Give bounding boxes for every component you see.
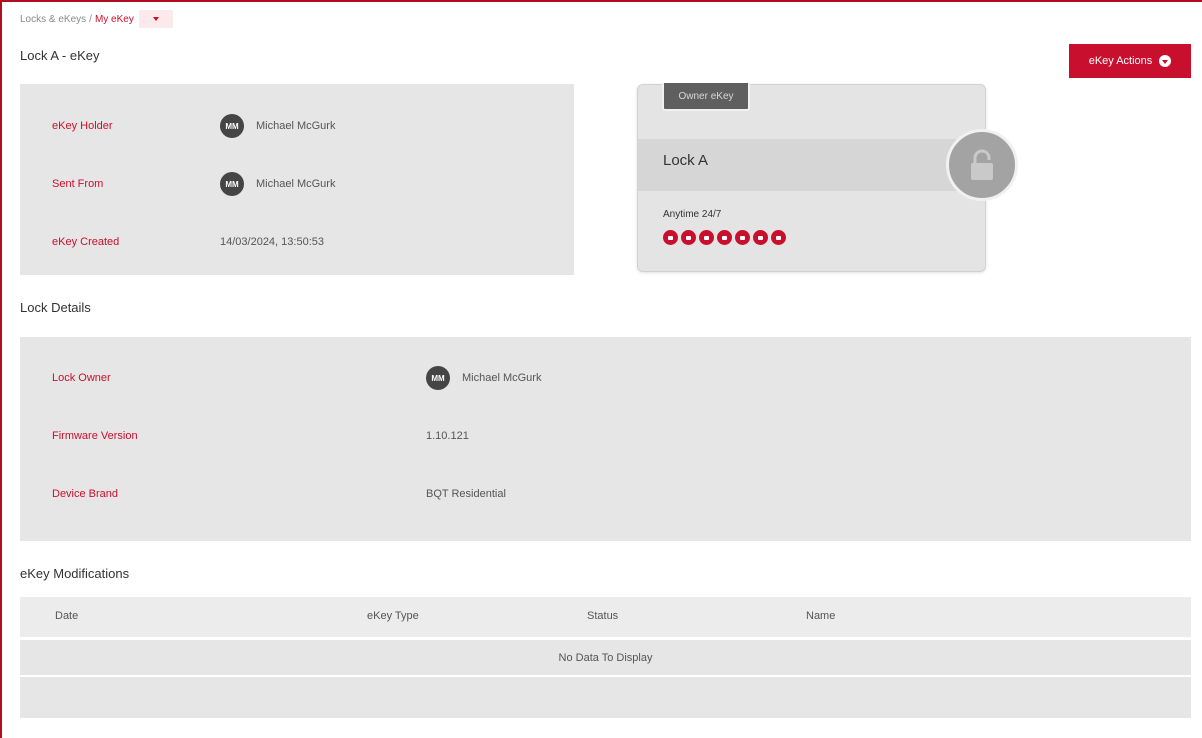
breadcrumb-dropdown-button[interactable] <box>138 10 173 28</box>
day-indicator-icon <box>717 230 732 245</box>
modifications-table-header: Date eKey Type Status Name <box>20 597 1191 637</box>
lock-owner-name: Michael McGurk <box>462 372 542 384</box>
caret-down-icon <box>152 17 159 21</box>
ekey-created-value: 14/03/2024, 13:50:53 <box>220 236 324 248</box>
sent-from-name: Michael McGurk <box>256 178 336 190</box>
sent-from-row: Sent From MM Michael McGurk <box>52 172 552 196</box>
lock-name: Lock A <box>663 152 709 169</box>
day-indicator-icon <box>735 230 750 245</box>
lock-owner-row: Lock Owner MM Michael McGurk <box>52 366 1152 390</box>
lock-owner-label: Lock Owner <box>52 372 111 384</box>
ekey-created-row: eKey Created 14/03/2024, 13:50:53 <box>52 230 552 254</box>
ekey-actions-label: eKey Actions <box>1088 55 1153 67</box>
day-indicator-icon <box>663 230 678 245</box>
lock-details-title: Lock Details <box>20 300 91 315</box>
lock-details-panel: Lock Owner MM Michael McGurk Firmware Ve… <box>20 337 1191 541</box>
ekey-created-label: eKey Created <box>52 236 120 248</box>
firmware-row: Firmware Version 1.10.121 <box>52 424 1152 448</box>
avatar: MM <box>220 172 244 196</box>
owner-ekey-tag: Owner eKey <box>662 83 750 111</box>
lock-card[interactable]: Owner eKey Lock A Anytime 24/7 <box>637 83 1018 272</box>
weekday-indicators <box>663 230 786 245</box>
table-row: No Data To Display <box>20 640 1191 675</box>
table-footer <box>20 677 1191 718</box>
schedule-text: Anytime 24/7 <box>663 209 722 220</box>
column-header-ekey-type[interactable]: eKey Type <box>367 610 419 622</box>
breadcrumb-current: My eKey <box>94 13 134 25</box>
chevron-down-icon <box>1159 55 1172 67</box>
avatar: MM <box>426 366 450 390</box>
device-brand-row: Device Brand BQT Residential <box>52 482 1152 506</box>
column-header-status[interactable]: Status <box>587 610 618 622</box>
sent-from-label: Sent From <box>52 178 104 190</box>
device-brand-label: Device Brand <box>52 488 119 500</box>
breadcrumb-separator: / <box>89 13 92 25</box>
page-title: Lock A - eKey <box>20 48 100 63</box>
ekey-holder-label: eKey Holder <box>52 120 113 132</box>
firmware-value: 1.10.121 <box>426 430 469 442</box>
empty-table-message: No Data To Display <box>558 651 653 664</box>
modifications-title: eKey Modifications <box>20 566 130 581</box>
ekey-info-panel: eKey Holder MM Michael McGurk Sent From … <box>20 84 574 275</box>
sent-from-value: MM Michael McGurk <box>220 172 335 196</box>
ekey-actions-button[interactable]: eKey Actions <box>1069 44 1191 78</box>
firmware-label: Firmware Version <box>52 430 138 442</box>
column-header-date[interactable]: Date <box>55 610 78 622</box>
ekey-holder-value: MM Michael McGurk <box>220 114 335 138</box>
day-indicator-icon <box>699 230 714 245</box>
day-indicator-icon <box>681 230 696 245</box>
ekey-holder-row: eKey Holder MM Michael McGurk <box>52 114 552 138</box>
day-indicator-icon <box>771 230 786 245</box>
column-header-name[interactable]: Name <box>806 610 835 622</box>
padlock-icon <box>946 129 1018 201</box>
day-indicator-icon <box>753 230 768 245</box>
device-brand-value: BQT Residential <box>426 488 506 500</box>
breadcrumb-parent-link[interactable]: Locks & eKeys <box>20 14 86 25</box>
avatar: MM <box>220 114 244 138</box>
breadcrumb: Locks & eKeys / My eKey <box>20 10 173 28</box>
lock-owner-value: MM Michael McGurk <box>426 366 541 390</box>
ekey-holder-name: Michael McGurk <box>256 120 336 132</box>
